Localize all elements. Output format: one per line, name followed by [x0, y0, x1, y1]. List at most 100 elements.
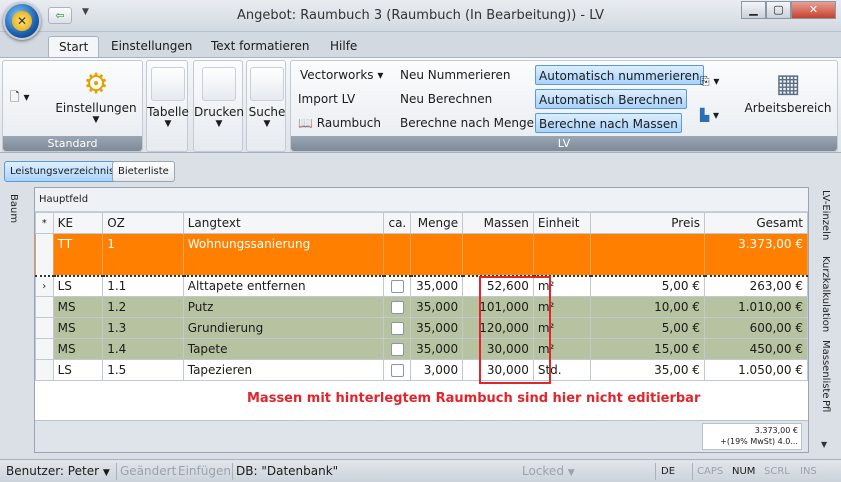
- row-selector[interactable]: [35, 359, 54, 381]
- column-header-oz[interactable]: OZ: [102, 212, 184, 234]
- cell-ke[interactable]: LS: [52, 274, 104, 297]
- cell-menge[interactable]: 35,000: [410, 296, 464, 318]
- sidebar-tab-massenliste[interactable]: Massenliste: [820, 340, 831, 399]
- sidebar-tab-pfl[interactable]: Pfl: [820, 400, 831, 412]
- tab-leistungsverzeichnis[interactable]: Leistungsverzeichnis: [4, 161, 121, 182]
- cell-gesamt[interactable]: 450,00 €: [703, 338, 809, 360]
- cell-ca[interactable]: [383, 233, 412, 276]
- neu-berechnen-button[interactable]: Neu Berechnen: [397, 89, 495, 109]
- cell-gesamt[interactable]: 1.050,00 €: [703, 359, 809, 381]
- tab-text-formatieren[interactable]: Text formatieren: [201, 36, 320, 58]
- berechne-nach-massen-toggle[interactable]: Berechne nach Massen: [535, 113, 682, 133]
- import-lv-button[interactable]: Import LV: [295, 89, 358, 109]
- cell-menge[interactable]: 35,000: [410, 274, 464, 297]
- cell-menge[interactable]: 35,000: [410, 338, 464, 360]
- tab-bieterliste[interactable]: Bieterliste: [112, 161, 175, 182]
- copy-menu-button[interactable]: ⎘ ▾: [697, 71, 722, 91]
- maximize-button[interactable]: ▢: [766, 1, 791, 19]
- arbeitsbereich-button[interactable]: ▦ Arbeitsbereich: [743, 67, 833, 115]
- column-header-preis[interactable]: Preis: [590, 212, 705, 234]
- cell-langtext[interactable]: Wohnungssanierung: [182, 233, 385, 276]
- ca-checkbox[interactable]: [390, 301, 404, 314]
- cell-ke[interactable]: MS: [52, 338, 104, 360]
- cell-ke[interactable]: TT: [52, 233, 104, 276]
- cell-ke[interactable]: LS: [52, 359, 104, 381]
- table-row[interactable]: LS 1.5 Tapezieren 3,000 30,000 Std. 35,0…: [35, 359, 809, 381]
- drucken-button[interactable]: Drucken ▼: [194, 67, 244, 129]
- close-button[interactable]: ✕: [791, 1, 836, 19]
- berechne-nach-menge-button[interactable]: Berechne nach Menge: [397, 113, 537, 133]
- cell-langtext[interactable]: Grundierung: [182, 317, 385, 339]
- cell-preis[interactable]: 10,00 €: [590, 296, 705, 318]
- cell-oz[interactable]: 1.3: [102, 317, 184, 339]
- raumbuch-button[interactable]: 📖 Raumbuch: [295, 113, 384, 133]
- cell-einheit[interactable]: m²: [532, 274, 592, 297]
- table-row[interactable]: TT 1 Wohnungssanierung 3.373,00 €: [35, 233, 809, 276]
- chart-menu-button[interactable]: ▙ ▾: [697, 105, 722, 125]
- cell-oz[interactable]: 1.2: [102, 296, 184, 318]
- sidebar-tab-kurzkalkulation[interactable]: Kurzkalkulation: [820, 256, 831, 332]
- tab-hilfe[interactable]: Hilfe: [320, 36, 367, 58]
- tab-start[interactable]: Start: [48, 36, 100, 58]
- app-menu-button[interactable]: ✕: [3, 2, 41, 40]
- cell-preis[interactable]: [590, 233, 705, 276]
- cell-ke[interactable]: MS: [52, 317, 104, 339]
- table-row[interactable]: MS 1.2 Putz 35,000 101,000 m² 10,00 € 1.…: [35, 296, 809, 318]
- column-header-menge[interactable]: Menge: [410, 212, 464, 234]
- cell-oz[interactable]: 1.1: [102, 274, 184, 297]
- cell-preis[interactable]: 5,00 €: [590, 274, 705, 297]
- cell-menge[interactable]: 3,000: [410, 359, 464, 381]
- cell-preis[interactable]: 35,00 €: [590, 359, 705, 381]
- column-header-massen[interactable]: Massen: [462, 212, 534, 234]
- vectorworks-button[interactable]: Vectorworks ▾: [297, 65, 386, 85]
- column-header-gesamt[interactable]: Gesamt: [703, 212, 809, 234]
- cell-oz[interactable]: 1.4: [102, 338, 184, 360]
- automatisch-berechnen-toggle[interactable]: Automatisch Berechnen: [535, 89, 687, 109]
- cell-gesamt[interactable]: 263,00 €: [703, 274, 809, 297]
- column-header-selector[interactable]: *: [35, 212, 54, 234]
- cell-ca[interactable]: [383, 359, 412, 381]
- ca-checkbox[interactable]: [390, 322, 404, 335]
- sidebar-tab-lv-einzeln[interactable]: LV-Einzeln: [820, 190, 831, 240]
- cell-menge[interactable]: [410, 233, 464, 276]
- cell-langtext[interactable]: Tapezieren: [182, 359, 385, 381]
- cell-gesamt[interactable]: 3.373,00 €: [703, 233, 809, 276]
- cell-einheit[interactable]: [532, 233, 592, 276]
- ca-checkbox[interactable]: [390, 343, 404, 356]
- table-row[interactable]: MS 1.3 Grundierung 35,000 120,000 m² 5,0…: [35, 317, 809, 339]
- column-header-ca[interactable]: ca.: [383, 212, 412, 234]
- cell-ke[interactable]: MS: [52, 296, 104, 318]
- cell-langtext[interactable]: Putz: [182, 296, 385, 318]
- cell-einheit[interactable]: Std.: [532, 359, 592, 381]
- column-header-einheit[interactable]: Einheit: [532, 212, 592, 234]
- tabelle-button[interactable]: Tabelle ▼: [147, 67, 189, 129]
- cell-ca[interactable]: [383, 274, 412, 297]
- cell-oz[interactable]: 1: [102, 233, 184, 276]
- cell-ca[interactable]: [383, 317, 412, 339]
- automatisch-nummerieren-toggle[interactable]: Automatisch nummerieren: [535, 65, 704, 85]
- cell-ca[interactable]: [383, 296, 412, 318]
- cell-gesamt[interactable]: 600,00 €: [703, 317, 809, 339]
- cell-oz[interactable]: 1.5: [102, 359, 184, 381]
- sidebar-tab-baum[interactable]: Baum: [8, 194, 19, 223]
- cell-langtext[interactable]: Alttapete entfernen: [182, 274, 385, 297]
- cell-gesamt[interactable]: 1.010,00 €: [703, 296, 809, 318]
- cell-preis[interactable]: 5,00 €: [590, 317, 705, 339]
- table-row[interactable]: › LS 1.1 Alttapete entfernen 35,000 52,6…: [35, 274, 809, 297]
- suche-button[interactable]: Suche ▼: [247, 67, 287, 129]
- tab-einstellungen[interactable]: Einstellungen: [101, 36, 202, 58]
- benutzer-dropdown[interactable]: Benutzer: Peter ▼: [6, 463, 110, 480]
- cell-einheit[interactable]: m²: [532, 317, 592, 339]
- cell-einheit[interactable]: m²: [532, 338, 592, 360]
- ca-checkbox[interactable]: [390, 280, 404, 294]
- row-selector[interactable]: [35, 338, 54, 360]
- ca-checkbox[interactable]: [390, 364, 404, 377]
- einstellungen-button[interactable]: ⚙ Einstellungen ▼: [53, 67, 139, 125]
- column-header-ke[interactable]: KE: [52, 212, 104, 234]
- cell-langtext[interactable]: Tapete: [182, 338, 385, 360]
- row-pointer-icon[interactable]: ›: [35, 274, 54, 297]
- cell-menge[interactable]: 35,000: [410, 317, 464, 339]
- cell-preis[interactable]: 15,00 €: [590, 338, 705, 360]
- new-document-button[interactable]: 🗋 ▾: [7, 87, 33, 107]
- column-header-langtext[interactable]: Langtext: [182, 212, 385, 234]
